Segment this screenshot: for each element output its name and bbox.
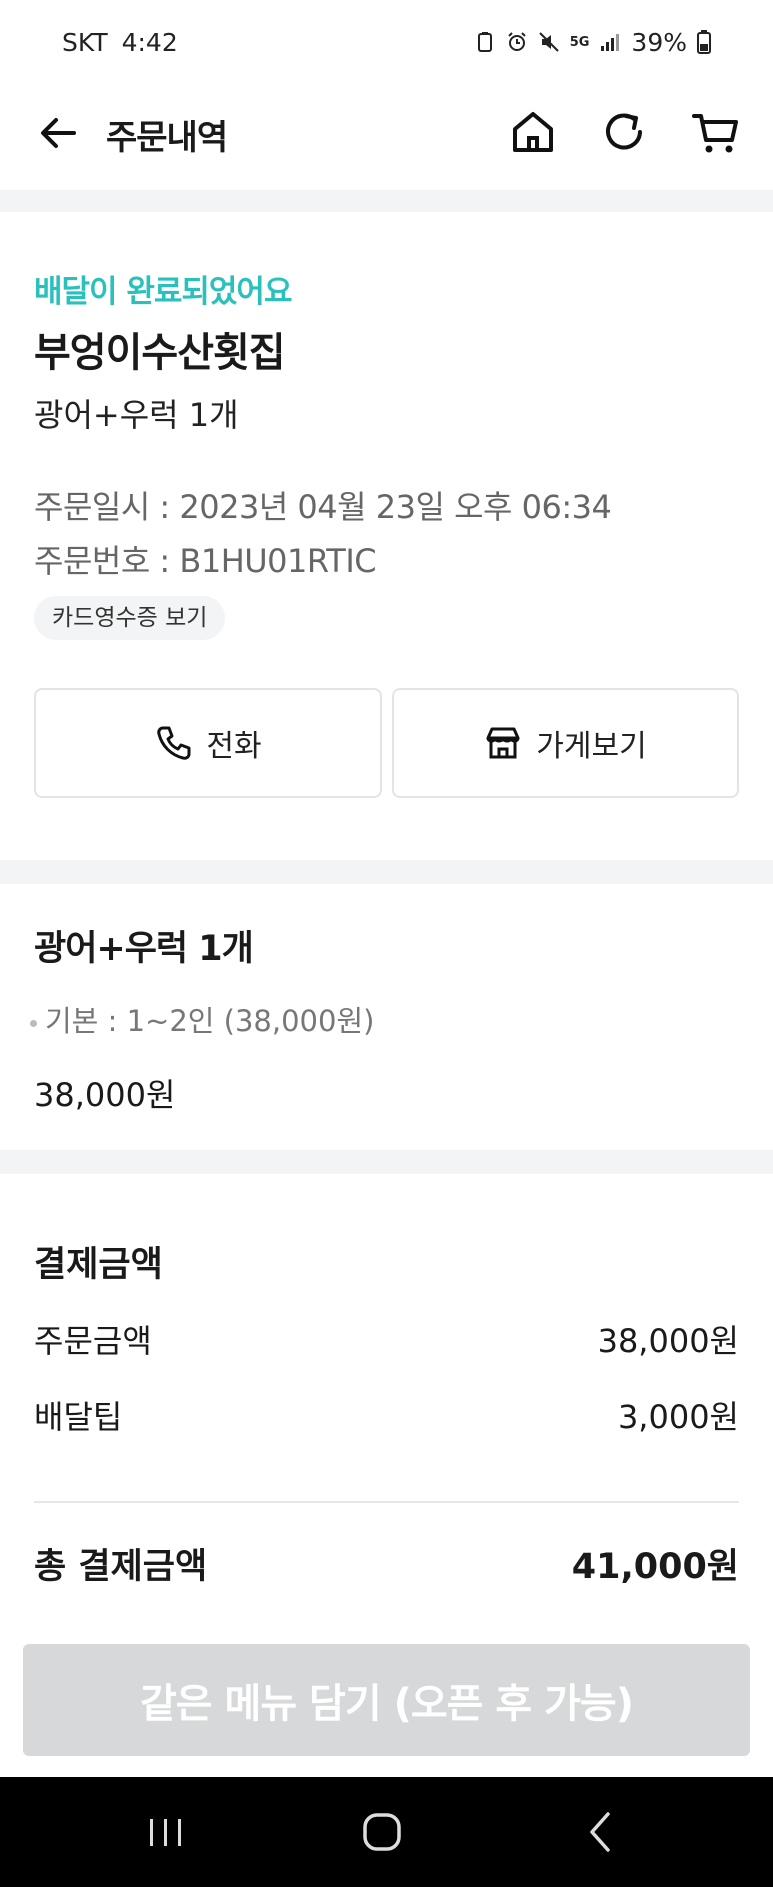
menu-summary: 광어+우럭 1개 [34,396,239,434]
view-store-label: 가게보기 [536,729,647,764]
status-bar: SKT 4:42 5G 39% [0,0,773,84]
store-icon [486,727,520,759]
card-receipt-chip[interactable]: 카드영수증 보기 [34,596,226,640]
total-value: 41,000원 [571,1547,739,1587]
clock: 4:42 [121,27,178,57]
battery-icon [697,30,711,54]
refresh-icon[interactable] [596,104,652,160]
payment-title: 결제금액 [34,1245,163,1285]
order-datetime: 주문일시 : 2023년 04월 23일 오후 06:34 [34,488,612,526]
delivery-status-text: 배달이 완료되었어요 [34,274,292,310]
store-name: 부엉이수산횟집 [34,330,286,376]
order-item-section: 광어+우럭 1개 기본 : 1~2인 (38,000원) 38,000원 [0,884,773,1150]
item-option-text: 기본 : 1~2인 (38,000원) [45,1004,375,1038]
section-divider [0,860,773,884]
total-label: 총 결제금액 [34,1547,208,1587]
bullet-icon [30,1019,37,1027]
section-divider [0,190,773,212]
mute-icon [538,32,559,52]
system-nav-bar [0,1777,773,1887]
recent-apps-icon[interactable] [136,1802,196,1862]
order-summary-section: 배달이 완료되었어요 부엉이수산횟집 광어+우럭 1개 주문일시 : 2023년… [0,212,773,860]
delivery-tip-value: 3,000원 [617,1398,739,1436]
phone-icon [157,726,191,760]
order-number: 주문번호 : B1HU01RTIC [34,542,377,580]
item-option: 기본 : 1~2인 (38,000원) [30,998,374,1040]
call-button[interactable]: 전화 [34,688,382,798]
order-amount-row: 주문금액 38,000원 [34,1316,739,1362]
home-icon[interactable] [505,104,561,160]
item-price: 38,000원 [34,1076,176,1114]
delivery-tip-row: 배달팁 3,000원 [34,1392,739,1438]
battery-percent: 39% [631,27,687,57]
app-bar: 주문내역 [0,84,773,190]
back-arrow-icon[interactable] [34,108,84,158]
item-title: 광어+우럭 1개 [34,929,254,969]
total-row: 총 결제금액 41,000원 [34,1538,739,1589]
section-divider [0,1150,773,1174]
back-nav-icon[interactable] [570,1802,630,1862]
carrier-label: SKT [62,27,108,57]
call-label: 전화 [206,729,262,764]
page-title: 주문내역 [106,118,228,158]
add-same-menu-button[interactable]: 같은 메뉴 담기 (오픈 후 가능) [23,1644,750,1756]
payment-divider [34,1501,739,1503]
delivery-tip-label: 배달팁 [34,1398,123,1436]
order-amount-label: 주문금액 [34,1322,152,1360]
signal-icon [601,34,620,51]
view-store-button[interactable]: 가게보기 [392,688,739,798]
order-amount-value: 38,000원 [597,1322,739,1360]
network-type: 5G [569,34,590,50]
alarm-icon [507,32,526,51]
cart-icon[interactable] [688,104,744,160]
payment-section: 결제금액 주문금액 38,000원 배달팁 3,000원 총 결제금액 41,0… [0,1174,773,1644]
home-nav-icon[interactable] [352,1802,412,1862]
recycle-icon [477,32,492,52]
